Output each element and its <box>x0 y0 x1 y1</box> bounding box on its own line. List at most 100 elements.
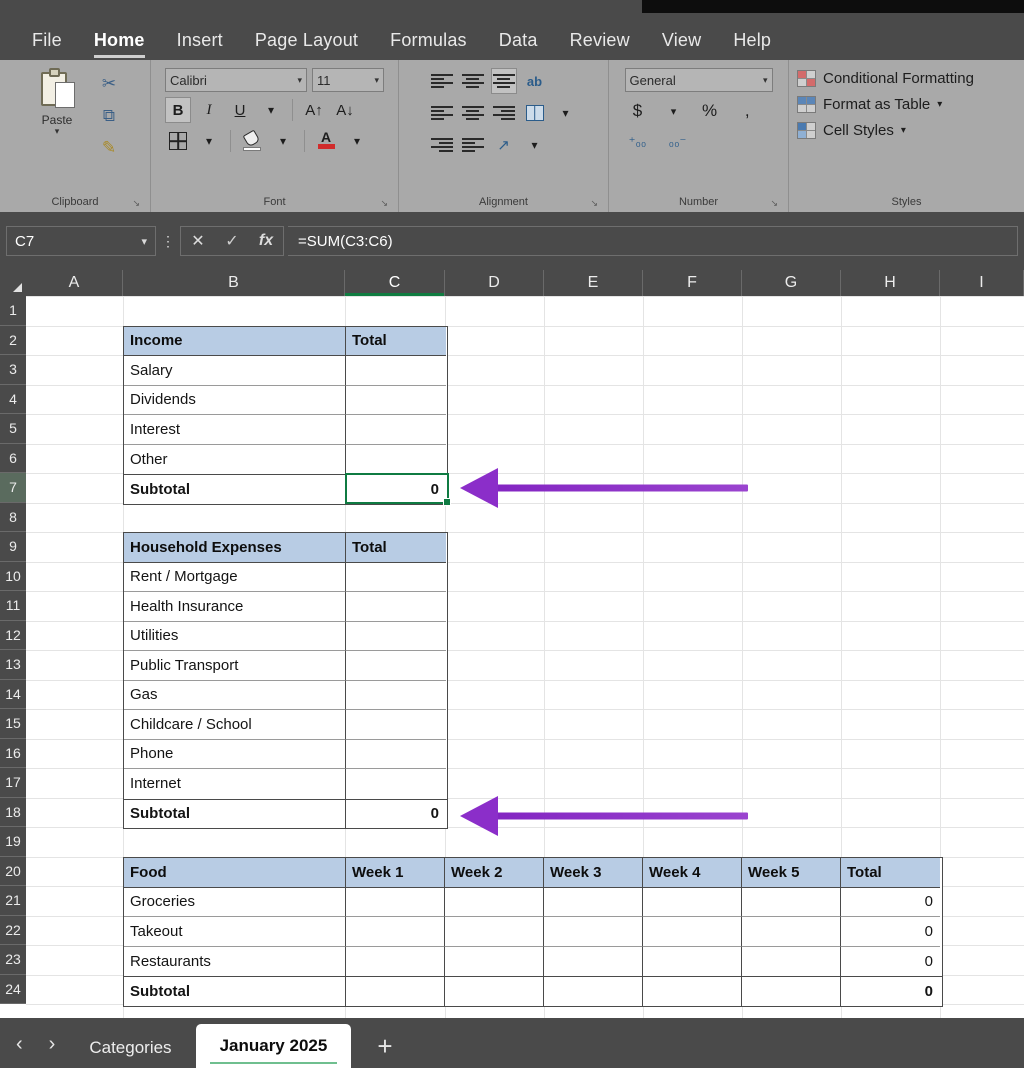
row-header-6[interactable]: 6 <box>0 444 26 473</box>
styles-item-conditional-formatting[interactable]: Conditional Formatting <box>797 70 1016 87</box>
row-header-7[interactable]: 7 <box>0 473 26 503</box>
row-header-17[interactable]: 17 <box>0 768 26 798</box>
increase-indent-button[interactable] <box>460 132 486 158</box>
copy-icon[interactable]: ⧉ <box>94 102 124 130</box>
row-header-21[interactable]: 21 <box>0 886 26 916</box>
ribbon-tab-file[interactable]: File <box>16 28 78 55</box>
column-header-D[interactable]: D <box>445 270 544 296</box>
name-box[interactable]: C7 ▾ <box>6 226 156 256</box>
sheet-tab-categories[interactable]: Categories <box>65 1028 195 1068</box>
number-dialog-launcher-icon[interactable]: ↘ <box>770 198 778 209</box>
underline-button[interactable]: U <box>227 97 253 123</box>
cell-w5[interactable] <box>742 946 841 976</box>
ribbon-tab-insert[interactable]: Insert <box>161 28 239 55</box>
ribbon-tab-bar[interactable]: File Home Insert Page Layout Formulas Data Rev… <box>0 22 1024 60</box>
row-header-3[interactable]: 3 <box>0 355 26 385</box>
align-left-button[interactable] <box>429 100 455 126</box>
align-top-button[interactable] <box>429 68 455 94</box>
cell-w3[interactable] <box>544 887 643 917</box>
row-header-12[interactable]: 12 <box>0 621 26 650</box>
select-all-corner[interactable] <box>0 270 26 296</box>
enter-formula-icon[interactable]: ✓ <box>215 231 249 251</box>
cell-w4[interactable] <box>643 887 742 917</box>
cell-total[interactable] <box>346 651 446 681</box>
ribbon-tab-page-layout[interactable]: Page Layout <box>239 28 374 55</box>
insert-function-icon[interactable]: fx <box>249 232 283 250</box>
row-header-13[interactable]: 13 <box>0 650 26 680</box>
cell-total[interactable] <box>346 386 446 415</box>
align-bottom-button[interactable] <box>490 68 517 94</box>
comma-style-button[interactable]: , <box>733 99 759 123</box>
column-header-G[interactable]: G <box>742 270 841 296</box>
paste-button[interactable]: Paste ▾ <box>26 68 88 162</box>
cell-w2[interactable] <box>445 887 544 917</box>
row-header-5[interactable]: 5 <box>0 414 26 444</box>
font-color-button[interactable]: A <box>313 128 339 154</box>
food-subtotal-blank[interactable] <box>643 977 742 1006</box>
previous-sheet-icon[interactable]: ‹ <box>16 1033 23 1056</box>
orientation-button[interactable]: ↗ <box>491 132 517 158</box>
cell-total[interactable] <box>346 740 446 769</box>
borders-button[interactable] <box>165 128 191 154</box>
number-format-combo[interactable]: General ▾ <box>624 68 773 92</box>
shrink-font-button[interactable]: A↓ <box>332 97 358 123</box>
ribbon-tab-review[interactable]: Review <box>554 28 646 55</box>
food-subtotal-value[interactable]: 0 <box>841 977 940 1006</box>
align-right-button[interactable] <box>491 100 517 126</box>
column-header-A[interactable]: A <box>26 270 123 296</box>
borders-chevron-icon[interactable]: ▾ <box>196 128 222 154</box>
cell-w3[interactable] <box>544 946 643 976</box>
cell-label[interactable]: Childcare / School <box>124 710 346 740</box>
cell-w2[interactable] <box>445 917 544 947</box>
italic-button[interactable]: I <box>196 97 222 123</box>
row-header-22[interactable]: 22 <box>0 916 26 945</box>
chevron-down-icon[interactable]: ▾ <box>901 125 906 136</box>
food-subtotal-blank[interactable] <box>445 977 544 1006</box>
row-header-10[interactable]: 10 <box>0 562 26 591</box>
cell-w1[interactable] <box>346 946 445 976</box>
cell-total[interactable] <box>346 356 446 386</box>
row-header-18[interactable]: 18 <box>0 798 26 827</box>
cell-w4[interactable] <box>643 946 742 976</box>
cancel-formula-icon[interactable]: ✕ <box>181 231 215 251</box>
bold-button[interactable]: B <box>165 97 191 123</box>
cell-label[interactable]: Salary <box>124 356 346 386</box>
underline-chevron-icon[interactable]: ▾ <box>258 97 284 123</box>
cell-label[interactable]: Utilities <box>124 621 346 651</box>
grow-font-button[interactable]: A↑ <box>301 97 327 123</box>
row-header-20[interactable]: 20 <box>0 857 26 886</box>
cell-total[interactable]: 0 <box>841 917 940 947</box>
row-header-14[interactable]: 14 <box>0 680 26 709</box>
cell-total[interactable] <box>346 415 446 445</box>
decrease-decimal-button[interactable]: ₀₀⁻ <box>665 130 691 154</box>
formula-input[interactable]: =SUM(C3:C6) <box>288 226 1018 256</box>
font-size-combo[interactable]: 11 ▾ <box>312 68 384 92</box>
styles-item-cell-styles[interactable]: Cell Styles ▾ <box>797 122 1016 139</box>
add-sheet-icon[interactable]: + <box>351 1031 418 1068</box>
sheet-tab-january-2025[interactable]: January 2025 <box>195 1024 352 1068</box>
column-header-E[interactable]: E <box>544 270 643 296</box>
cell-label[interactable]: Other <box>124 444 346 474</box>
row-header-24[interactable]: 24 <box>0 975 26 1004</box>
food-subtotal-label[interactable]: Subtotal <box>124 977 346 1006</box>
row-header-8[interactable]: 8 <box>0 503 26 532</box>
cell-label[interactable]: Health Insurance <box>124 592 346 622</box>
food-subtotal-blank[interactable] <box>742 977 841 1006</box>
food-subtotal-blank[interactable] <box>346 977 445 1006</box>
cell-total[interactable] <box>346 563 446 592</box>
currency-chevron-icon[interactable]: ▾ <box>661 99 687 123</box>
align-center-button[interactable] <box>460 100 486 126</box>
font-color-chevron-icon[interactable]: ▾ <box>344 128 370 154</box>
fill-color-button[interactable] <box>239 128 265 154</box>
chevron-down-icon[interactable]: ▾ <box>937 99 942 110</box>
cell-total[interactable] <box>346 769 446 799</box>
clipboard-dialog-launcher-icon[interactable]: ↘ <box>132 198 140 209</box>
styles-item-format-as-table[interactable]: Format as Table ▾ <box>797 96 1016 113</box>
cell-label[interactable]: Internet <box>124 769 346 799</box>
income-subtotal-value[interactable]: 0 <box>346 475 446 504</box>
cut-icon[interactable]: ✂ <box>94 70 124 98</box>
cell-label[interactable]: Gas <box>124 680 346 710</box>
cell-total[interactable] <box>346 710 446 740</box>
row-header-2[interactable]: 2 <box>0 326 26 355</box>
ribbon-tab-home[interactable]: Home <box>78 28 161 58</box>
